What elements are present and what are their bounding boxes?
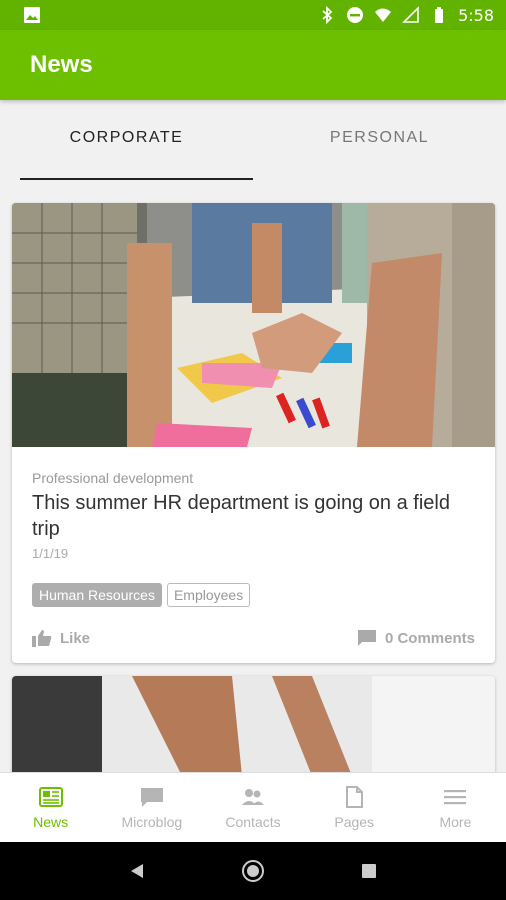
app-bar: News bbox=[0, 30, 506, 100]
page-title: News bbox=[30, 51, 93, 78]
bluetooth-icon bbox=[322, 6, 333, 24]
wifi-icon bbox=[375, 8, 392, 22]
tag-list: Human Resources Employees bbox=[32, 583, 475, 607]
card-actions: Like 0 Comments bbox=[32, 629, 475, 647]
battery-icon bbox=[435, 7, 444, 23]
recents-icon[interactable] bbox=[360, 862, 378, 880]
nav-more[interactable]: More bbox=[405, 773, 506, 842]
comments-button[interactable]: 0 Comments bbox=[357, 629, 475, 647]
home-icon[interactable] bbox=[241, 859, 265, 883]
tab-bar: CORPORATE PERSONAL bbox=[0, 100, 506, 182]
like-label: Like bbox=[60, 629, 91, 647]
menu-icon bbox=[444, 789, 467, 804]
article-title[interactable]: This summer HR department is going on a … bbox=[32, 490, 475, 542]
nav-contacts-label: Contacts bbox=[225, 813, 281, 830]
nav-pages[interactable]: Pages bbox=[304, 773, 405, 842]
image-icon bbox=[24, 7, 40, 23]
tag-employees[interactable]: Employees bbox=[166, 583, 251, 607]
nav-pages-label: Pages bbox=[334, 813, 375, 830]
nav-news-label: News bbox=[33, 813, 69, 830]
tag-human-resources[interactable]: Human Resources bbox=[32, 583, 162, 607]
article-image bbox=[12, 676, 495, 776]
like-button[interactable]: Like bbox=[32, 629, 90, 647]
card-content: Professional development This summer HR … bbox=[12, 452, 495, 647]
comments-label: 0 Comments bbox=[384, 629, 475, 647]
nav-microblog-label: Microblog bbox=[121, 813, 183, 830]
back-icon[interactable] bbox=[128, 862, 146, 880]
tab-personal[interactable]: PERSONAL bbox=[253, 100, 506, 182]
article-image bbox=[12, 203, 495, 447]
app-screen: 5:58 News CORPORATE PERSONAL Professiona… bbox=[0, 0, 506, 900]
tab-corporate[interactable]: CORPORATE bbox=[0, 100, 253, 182]
do-not-disturb-icon bbox=[347, 7, 364, 23]
nav-more-label: More bbox=[439, 813, 472, 830]
article-date: 1/1/19 bbox=[32, 546, 69, 561]
bottom-navigation: News Microblog Contacts Pages More bbox=[0, 772, 506, 842]
nav-news[interactable]: News bbox=[0, 773, 101, 842]
nav-contacts[interactable]: Contacts bbox=[202, 773, 303, 842]
pages-icon bbox=[346, 785, 364, 808]
contacts-icon bbox=[242, 788, 264, 805]
news-card[interactable]: Professional development This summer HR … bbox=[12, 203, 495, 663]
news-card[interactable] bbox=[12, 676, 495, 776]
microblog-icon bbox=[140, 787, 163, 807]
thumbs-up-icon bbox=[32, 630, 52, 647]
nav-microblog[interactable]: Microblog bbox=[101, 773, 202, 842]
news-icon bbox=[38, 786, 63, 807]
status-bar: 5:58 bbox=[0, 0, 506, 30]
status-time: 5:58 bbox=[458, 5, 494, 25]
system-navigation-bar bbox=[0, 842, 506, 900]
signal-icon bbox=[402, 6, 419, 23]
comment-icon bbox=[357, 630, 376, 646]
article-category: Professional development bbox=[32, 470, 194, 486]
